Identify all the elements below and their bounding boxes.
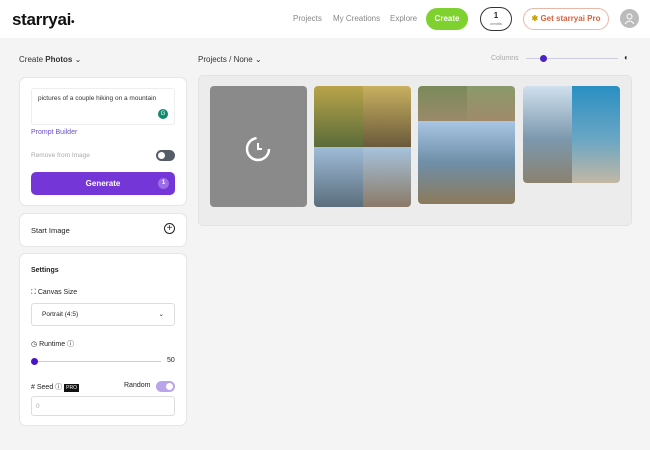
hash-icon: # bbox=[31, 384, 35, 391]
canvas-size-label: ⛶ Canvas Size bbox=[31, 289, 77, 297]
generate-label: Generate bbox=[85, 179, 121, 188]
remove-from-image-label: Remove from Image bbox=[31, 152, 90, 159]
gallery bbox=[198, 75, 632, 226]
projects-dropdown[interactable]: Projects / None ⌄ bbox=[198, 55, 262, 64]
runtime-text: Runtime bbox=[39, 341, 66, 348]
columns-slider-thumb[interactable] bbox=[540, 55, 547, 62]
pro-badge: PRO bbox=[64, 384, 79, 392]
random-label: Random bbox=[124, 382, 151, 389]
create-prefix: Create bbox=[19, 55, 44, 64]
expand-icon: ⛶ bbox=[31, 289, 36, 296]
prompt-text: pictures of a couple hiking on a mountai… bbox=[38, 95, 157, 102]
nav-projects[interactable]: Projects bbox=[293, 14, 322, 23]
loading-icon bbox=[245, 136, 271, 162]
credits-count: 1 bbox=[493, 11, 499, 20]
chevron-down-icon: ⌄ bbox=[74, 55, 82, 64]
prompt-input[interactable]: pictures of a couple hiking on a mountai… bbox=[31, 88, 175, 125]
generated-image[interactable] bbox=[418, 86, 515, 204]
projects-label: Projects / None bbox=[198, 55, 253, 64]
columns-label: Columns bbox=[491, 55, 519, 62]
grammarly-icon[interactable]: G bbox=[158, 109, 168, 119]
seed-input[interactable]: 0 bbox=[31, 396, 175, 416]
chevron-down-icon: ⌄ bbox=[158, 311, 164, 318]
credits-badge[interactable]: 1 credits bbox=[480, 7, 512, 31]
create-mode: Photos bbox=[45, 55, 73, 64]
settings-title: Settings bbox=[31, 267, 59, 274]
generated-image[interactable] bbox=[523, 86, 620, 183]
user-icon bbox=[624, 13, 635, 25]
nav-my-creations[interactable]: My Creations bbox=[333, 14, 380, 23]
runtime-slider-thumb[interactable] bbox=[31, 358, 38, 365]
seed-value: 0 bbox=[36, 403, 40, 410]
nav-explore[interactable]: Explore bbox=[390, 14, 417, 23]
remove-from-image-toggle[interactable] bbox=[156, 150, 175, 161]
dark-mode-icon[interactable]: ◐ bbox=[624, 53, 629, 62]
runtime-label: ◷ Runtime ⓘ bbox=[31, 339, 74, 349]
canvas-size-select[interactable]: Portrait (4:5) ⌄ bbox=[31, 303, 175, 326]
loading-image-placeholder bbox=[210, 86, 307, 207]
prompt-builder-link[interactable]: Prompt Builder bbox=[31, 129, 77, 136]
logo[interactable]: starryai• bbox=[12, 10, 75, 30]
seed-label: # Seed ⓘ PRO bbox=[31, 382, 79, 392]
settings-card: Settings ⛶ Canvas Size Portrait (4:5) ⌄ ◷… bbox=[19, 253, 187, 426]
generate-cost: 1 bbox=[158, 178, 169, 189]
clock-icon: ◷ bbox=[31, 341, 38, 348]
canvas-size-value: Portrait (4:5) bbox=[42, 311, 79, 318]
runtime-slider[interactable] bbox=[31, 358, 161, 365]
get-pro-label: Get starryai Pro bbox=[540, 14, 601, 23]
info-icon: ⓘ bbox=[55, 384, 63, 391]
canvas-size-text: Canvas Size bbox=[37, 289, 78, 296]
header: starryai• Projects My Creations Explore … bbox=[0, 0, 650, 38]
generated-image[interactable] bbox=[314, 86, 411, 207]
credits-label: credits bbox=[490, 21, 502, 26]
chevron-down-icon: ⌄ bbox=[254, 55, 262, 64]
generate-button[interactable]: Generate 1 bbox=[31, 172, 175, 195]
logo-text: starryai bbox=[12, 10, 72, 29]
info-icon: ⓘ bbox=[67, 341, 75, 348]
create-button[interactable]: Create bbox=[426, 8, 468, 30]
random-toggle[interactable] bbox=[156, 381, 175, 392]
add-circle-icon[interactable]: + bbox=[164, 223, 175, 234]
columns-slider[interactable] bbox=[526, 55, 618, 62]
prompt-card: pictures of a couple hiking on a mountai… bbox=[19, 77, 187, 206]
avatar[interactable] bbox=[620, 9, 639, 28]
get-pro-button[interactable]: ✱ Get starryai Pro bbox=[523, 8, 609, 30]
create-mode-dropdown[interactable]: Create Photos ⌄ bbox=[19, 55, 81, 64]
seed-text: Seed bbox=[36, 384, 54, 391]
start-image-card[interactable]: Start Image + bbox=[19, 213, 187, 247]
runtime-value: 50 bbox=[167, 357, 175, 364]
gift-icon: ✱ bbox=[531, 14, 539, 23]
start-image-label: Start Image bbox=[31, 226, 70, 235]
